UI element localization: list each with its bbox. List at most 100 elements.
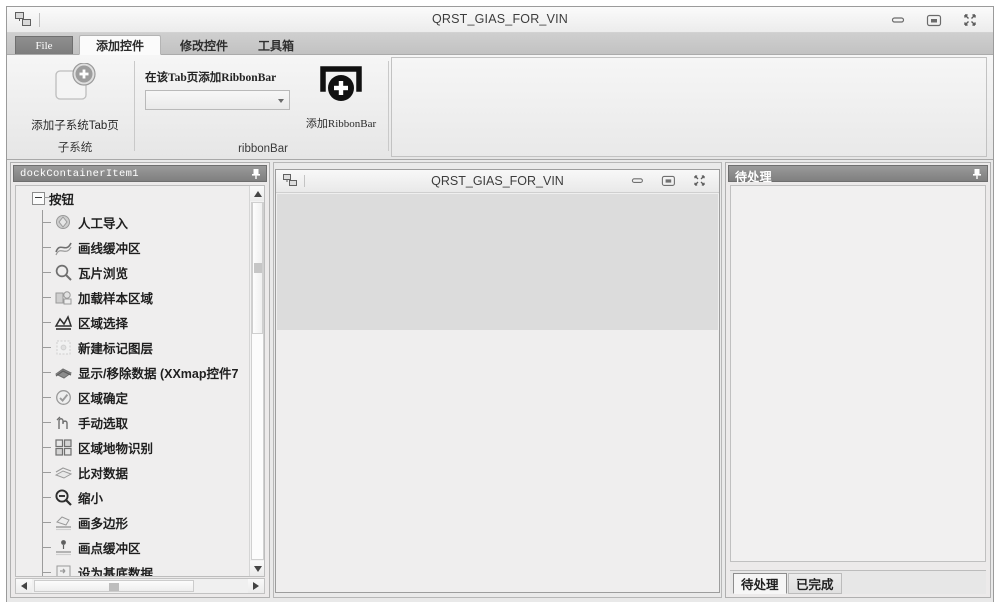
manual-pick-icon [54,413,73,432]
ribbonbar-tab-combo[interactable] [145,90,290,110]
tree-item-label: 缩小 [78,492,104,506]
left-dock-header: dockContainerItem1 [13,165,267,182]
tab-file[interactable]: File [15,36,73,54]
tree-item-label: 设为基底数据 [78,567,154,577]
tree-vertical-scrollbar[interactable] [249,186,264,576]
right-dock-title: 待处理 [735,170,772,184]
tree-item-label: 画线缓冲区 [78,242,141,256]
minimize-icon[interactable] [622,171,653,190]
new-marker-layer-icon [54,338,73,357]
tree-item-3[interactable]: 瓦片浏览 [16,260,248,285]
workspace: dockContainerItem1 按钮 人工导入画线缓冲区 瓦片浏览 加载样… [7,160,993,602]
tree-connector [42,247,51,248]
tile-browse-icon [54,263,73,282]
scroll-right-arrow-icon[interactable] [248,579,264,593]
tree-item-12[interactable]: 缩小 [16,485,248,510]
mdi-child-titlebar[interactable]: QRST_GIAS_FOR_VIN [276,170,719,193]
tab-toolbox[interactable]: 工具箱 [245,35,307,55]
add-folder-icon [47,62,103,107]
ribbon-group-subsystem: 添加子系统Tab页 子系统 [15,57,135,157]
tab-pending[interactable]: 待处理 [733,573,787,594]
tree-connector [42,272,51,273]
tree-item-1[interactable]: 人工导入 [16,210,248,235]
tab-add-control[interactable]: 添加控件 [79,35,161,55]
point-buffer-icon [54,538,73,557]
tree-item-label: 显示/移除数据 (XXmap控件7 [78,367,239,381]
show-remove-data-icon [54,363,73,382]
application-window: QRST_GIAS_FOR_VIN File 添加控件 修改控件 工具箱 添加子… [6,6,994,602]
tree-item-13[interactable]: 画多边形 [16,510,248,535]
tree-item-11[interactable]: 比对数据 [16,460,248,485]
scroll-left-arrow-icon[interactable] [16,579,32,593]
add-subsystem-tab-button[interactable]: 添加子系统Tab页 [15,59,135,135]
tree-item-8[interactable]: 区域确定 [16,385,248,410]
area-select-icon [54,313,73,332]
pin-icon[interactable] [251,168,261,180]
tree-item-label: 画多边形 [78,517,129,531]
tree-connector [42,447,51,448]
tab-completed[interactable]: 已完成 [788,573,842,594]
left-dock-panel: dockContainerItem1 按钮 人工导入画线缓冲区 瓦片浏览 加载样… [10,162,270,598]
button-tree: 按钮 人工导入画线缓冲区瓦片浏览加载样本区域 区域选择新建标记图层显示/移除数据 … [16,186,248,577]
load-sample-area-icon [54,288,73,307]
tree-connector [42,572,51,573]
tree-item-2[interactable]: 画线缓冲区 [16,235,248,260]
horizontal-scroll-thumb[interactable] [34,580,194,592]
draw-polygon-icon [54,513,73,532]
maximize-icon[interactable] [917,10,951,30]
tree-connector [42,522,51,523]
add-ribbonbar-button[interactable]: 添加RibbonBar [297,61,385,137]
tree-horizontal-scrollbar[interactable] [15,578,265,594]
area-confirm-icon [54,388,73,407]
tree-item-14[interactable]: 画点缓冲区 [16,535,248,560]
tree-connector [42,472,51,473]
set-base-data-icon [54,563,73,576]
tree-item-4[interactable]: 加载样本区域 [16,285,248,310]
ribbon-group-divider [388,61,389,151]
tree-root-label: 按钮 [49,192,75,207]
main-titlebar: QRST_GIAS_FOR_VIN [7,7,993,33]
tree-expander-icon[interactable] [32,191,45,205]
minimize-icon[interactable] [881,10,915,30]
right-dock-header: 待处理 [728,165,988,184]
tree-item-10[interactable]: 区域地物识别 [16,435,248,460]
close-icon[interactable] [953,10,987,30]
pin-icon[interactable] [972,168,982,180]
mdi-client-area: QRST_GIAS_FOR_VIN [273,162,722,598]
close-icon[interactable] [684,171,715,190]
ribbon-empty-panel [391,57,987,157]
tree-item-15[interactable]: 设为基底数据 [16,560,248,577]
tree-root-node[interactable]: 按钮 [16,186,248,210]
mdi-canvas-upper [277,194,718,330]
ribbon-tab-strip: File 添加控件 修改控件 工具箱 [7,33,993,55]
page-title: QRST_GIAS_FOR_VIN [431,12,569,26]
right-dock-list[interactable] [730,185,986,562]
tree-connector [42,297,51,298]
maximize-icon[interactable] [653,171,684,190]
ribbon-group-divider [134,61,135,151]
left-dock-body: 按钮 人工导入画线缓冲区瓦片浏览加载样本区域 区域选择新建标记图层显示/移除数据 … [15,185,265,577]
tree-item-6[interactable]: 新建标记图层 [16,335,248,360]
scroll-up-arrow-icon[interactable] [250,186,264,201]
tree-item-label: 画点缓冲区 [78,542,141,556]
tree-item-5[interactable]: 区域选择 [16,310,248,335]
tree-item-label: 区域选择 [78,317,129,331]
area-feature-recognition-icon [54,438,73,457]
tree-item-9[interactable]: 手动选取 [16,410,248,435]
tree-connector [42,222,51,223]
ribbon-group-subsystem-label: 子系统 [57,142,93,154]
tab-modify-control[interactable]: 修改控件 [167,35,241,55]
scroll-down-arrow-icon[interactable] [250,561,264,576]
tree-connector [42,397,51,398]
left-dock-title: dockContainerItem1 [20,168,139,180]
mdi-child-window: QRST_GIAS_FOR_VIN [275,169,720,593]
mdi-window-controls [622,171,715,190]
tree-vertical-connector [42,210,43,576]
tree-item-label: 新建标记图层 [78,342,154,356]
vertical-scroll-thumb[interactable] [252,202,263,334]
tree-item-label: 加载样本区域 [78,292,154,306]
tree-connector [42,547,51,548]
window-controls [881,10,987,30]
tree-item-7[interactable]: 显示/移除数据 (XXmap控件7 [16,360,248,385]
tree-item-label: 瓦片浏览 [78,267,129,281]
